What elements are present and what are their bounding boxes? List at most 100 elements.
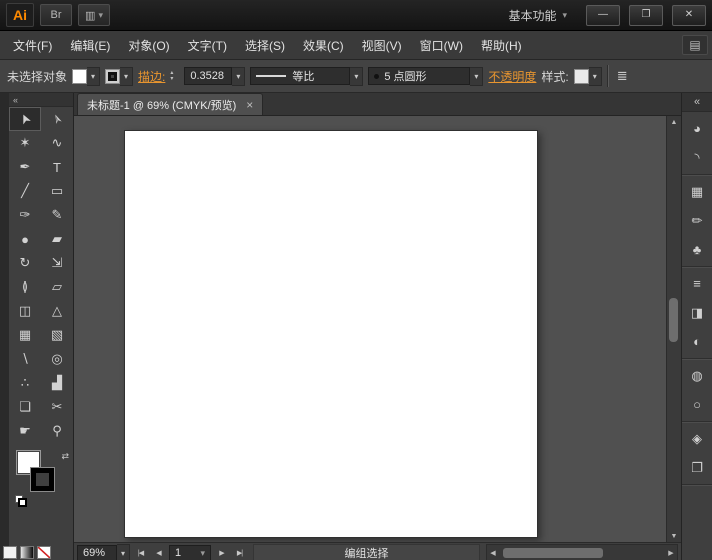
line-segment-tool[interactable]: ╱ <box>9 179 41 203</box>
gradient-panel-icon[interactable]: ◨ <box>682 298 712 327</box>
artboard[interactable] <box>124 130 538 538</box>
chevron-down-icon[interactable]: ▾ <box>87 66 101 86</box>
scroll-left-icon[interactable]: ◀ <box>487 549 499 557</box>
zoom-dropdown[interactable]: 69% ▾ <box>77 544 130 560</box>
artboard-tool[interactable]: ❏ <box>9 395 41 419</box>
menu-item[interactable]: 文字(T) <box>179 32 236 59</box>
first-artboard-button[interactable]: |◀ <box>133 545 148 560</box>
scale-tool[interactable]: ⇲ <box>41 251 73 275</box>
next-artboard-button[interactable]: ▶ <box>214 545 229 560</box>
artboard-number-field[interactable]: 1 ▾ <box>169 545 211 560</box>
brush-definition-dropdown[interactable]: 5 点圆形 ▾ <box>368 66 484 86</box>
stroke-panel-icon[interactable]: ≡ <box>682 269 712 298</box>
artboard-navigation[interactable]: 1 ▾ <box>169 545 211 560</box>
menu-item[interactable]: 编辑(E) <box>61 32 119 59</box>
type-tool[interactable]: T <box>41 155 73 179</box>
menu-item[interactable]: 效果(C) <box>294 32 353 59</box>
tools-collapse-button[interactable]: « <box>9 93 73 107</box>
stroke-color-swatch[interactable] <box>105 68 121 84</box>
chevron-down-icon[interactable]: ▾ <box>232 66 246 86</box>
style-dropdown[interactable]: ▾ <box>573 66 602 86</box>
transparency-panel-icon[interactable]: ◐ <box>682 327 712 356</box>
menu-item[interactable]: 窗口(W) <box>411 32 472 59</box>
menu-item[interactable]: 选择(S) <box>236 32 294 59</box>
free-transform-tool[interactable]: ▱ <box>41 275 73 299</box>
shape-builder-tool[interactable]: ◫ <box>9 299 41 323</box>
rectangle-tool[interactable]: ▭ <box>41 179 73 203</box>
fill-color-swatch[interactable] <box>72 68 88 84</box>
pencil-tool[interactable]: ✎ <box>41 203 73 227</box>
control-options-icon[interactable]: ≣ <box>614 68 631 84</box>
swatches-panel-icon[interactable]: ▦ <box>682 177 712 206</box>
stroke-panel-link[interactable]: 描边: <box>138 68 165 85</box>
scroll-right-icon[interactable]: ▶ <box>665 549 677 557</box>
menu-item[interactable]: 对象(O) <box>119 32 178 59</box>
chevron-down-icon[interactable]: ▾ <box>117 544 130 560</box>
dock-collapse-button[interactable]: « <box>682 93 712 112</box>
horizontal-scroll-thumb[interactable] <box>503 548 603 558</box>
style-swatch[interactable] <box>573 68 589 84</box>
paintbrush-tool[interactable]: ✑ <box>9 203 41 227</box>
brushes-panel-icon[interactable]: ✏ <box>682 206 712 235</box>
menu-panel-icon[interactable]: ▤ <box>682 35 708 55</box>
none-mode-button[interactable] <box>37 546 51 559</box>
vertical-scroll-thumb[interactable] <box>669 298 678 342</box>
horizontal-scrollbar[interactable]: ◀ ▶ <box>486 544 678 560</box>
layers-panel-icon[interactable]: ◈ <box>682 424 712 453</box>
chevron-down-icon[interactable]: ▾ <box>588 66 602 86</box>
arrange-documents-button[interactable]: ▥ ▾ <box>78 4 110 26</box>
slice-tool[interactable]: ✂ <box>41 395 73 419</box>
lasso-tool[interactable]: ∿ <box>41 131 73 155</box>
swap-fill-stroke-icon[interactable]: ⇄ <box>61 451 69 462</box>
bridge-button[interactable]: Br <box>40 4 72 26</box>
artboards-panel-icon[interactable]: ❐ <box>682 453 712 482</box>
blend-tool[interactable]: ◎ <box>41 347 73 371</box>
menu-item[interactable]: 文件(F) <box>4 32 61 59</box>
chevron-down-icon[interactable]: ▾ <box>470 66 484 86</box>
brush-field[interactable]: 5 点圆形 <box>368 67 471 85</box>
vertical-scrollbar[interactable]: ▲ ▼ <box>666 116 681 542</box>
restore-button[interactable]: ❐ <box>629 4 663 26</box>
magic-wand-tool[interactable]: ✶ <box>9 131 41 155</box>
minimize-button[interactable]: — <box>586 4 620 26</box>
gradient-mode-button[interactable] <box>20 546 34 559</box>
opacity-panel-link[interactable]: 不透明度 <box>488 68 536 85</box>
canvas[interactable] <box>74 116 666 542</box>
menu-item[interactable]: 帮助(H) <box>472 32 531 59</box>
column-graph-tool[interactable]: ▟ <box>41 371 73 395</box>
default-colors-icon[interactable] <box>15 495 27 507</box>
chevron-down-icon[interactable]: ▾ <box>350 66 364 86</box>
fill-color-control[interactable]: ▾ <box>72 66 101 86</box>
zoom-tool[interactable]: ⚲ <box>41 419 73 443</box>
perspective-grid-tool[interactable]: △ <box>41 299 73 323</box>
last-artboard-button[interactable]: ▶| <box>232 545 247 560</box>
appearance-panel-icon[interactable]: ◍ <box>682 361 712 390</box>
blob-brush-tool[interactable]: ● <box>9 227 41 251</box>
color-mode-button[interactable] <box>3 546 17 559</box>
symbol-sprayer-tool[interactable]: ∴ <box>9 371 41 395</box>
stroke-weight-control[interactable]: 0.3528 ▾ <box>184 66 246 86</box>
pen-tool[interactable]: ✒ <box>9 155 41 179</box>
color-panel-icon[interactable]: ◕ <box>682 114 712 143</box>
color-guide-panel-icon[interactable]: ◝ <box>682 143 712 172</box>
stroke-weight-stepper[interactable]: ▴ ▾ <box>170 70 179 82</box>
graphic-styles-panel-icon[interactable]: ○ <box>682 390 712 419</box>
selection-tool[interactable]: ➤ <box>9 107 41 131</box>
width-profile-field[interactable]: 等比 <box>250 67 351 85</box>
symbols-panel-icon[interactable]: ♣ <box>682 235 712 264</box>
stroke-color-proxy[interactable] <box>31 468 54 491</box>
mesh-tool[interactable]: ▦ <box>9 323 41 347</box>
stroke-weight-field[interactable]: 0.3528 <box>184 67 233 85</box>
menu-item[interactable]: 视图(V) <box>353 32 411 59</box>
close-button[interactable]: ✕ <box>672 4 706 26</box>
scroll-down-icon[interactable]: ▼ <box>667 530 681 542</box>
rotate-tool[interactable]: ↻ <box>9 251 41 275</box>
direct-selection-tool[interactable]: ➢ <box>41 107 73 131</box>
hand-tool[interactable]: ☛ <box>9 419 41 443</box>
chevron-down-icon[interactable]: ▾ <box>120 66 134 86</box>
stroke-color-control[interactable]: ▾ <box>105 66 134 86</box>
zoom-value[interactable]: 69% <box>77 545 117 560</box>
scroll-up-icon[interactable]: ▲ <box>667 116 681 128</box>
width-tool[interactable]: ≬ <box>9 275 41 299</box>
gradient-tool[interactable]: ▧ <box>41 323 73 347</box>
